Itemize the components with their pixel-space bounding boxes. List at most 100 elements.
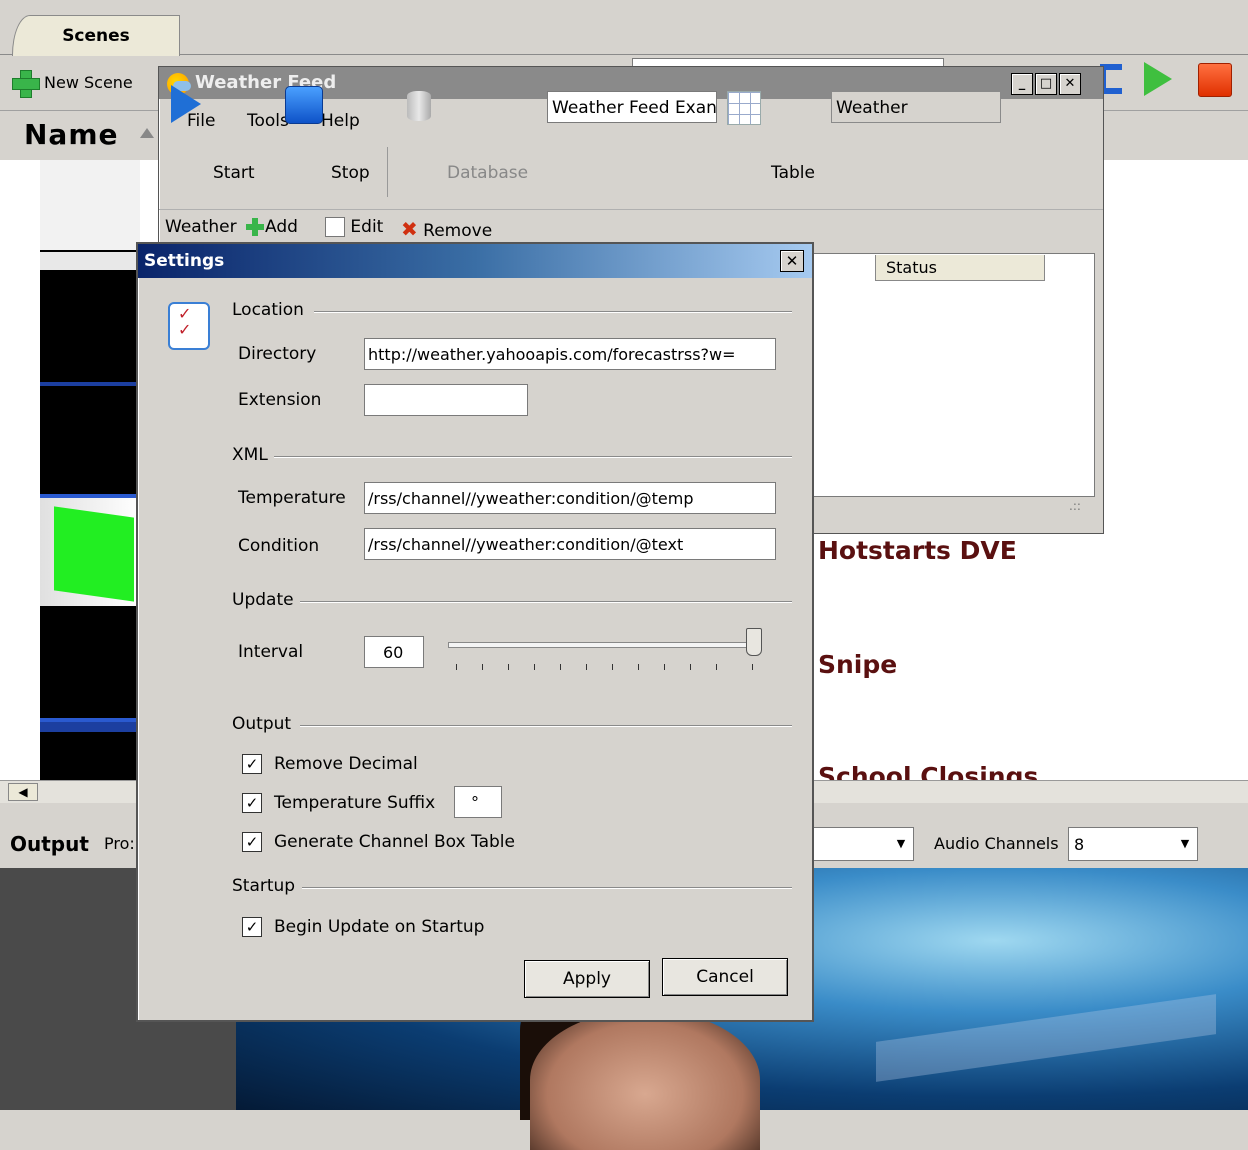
condition-label: Condition bbox=[238, 536, 320, 556]
status-column-header[interactable]: Status bbox=[875, 255, 1045, 281]
begin-update-label: Begin Update on Startup bbox=[274, 917, 485, 937]
group-divider bbox=[300, 601, 792, 603]
interval-label: Interval bbox=[238, 642, 304, 662]
stop-square-icon[interactable] bbox=[285, 86, 323, 124]
edit-button[interactable]: Edit bbox=[325, 217, 383, 237]
scene-thumbnail[interactable] bbox=[40, 252, 140, 270]
slider-tick bbox=[560, 664, 561, 670]
slider-tick bbox=[690, 664, 691, 670]
scroll-left-icon[interactable]: ◀ bbox=[8, 783, 38, 801]
xml-group-label: XML bbox=[232, 445, 268, 465]
tab-divider bbox=[0, 54, 1248, 55]
startup-group-label: Startup bbox=[232, 876, 296, 896]
group-divider bbox=[300, 725, 792, 727]
scene-name-hotstarts[interactable]: Hotstarts DVE bbox=[818, 536, 1017, 565]
menu-tools[interactable]: Tools bbox=[247, 111, 289, 131]
temperature-suffix-label: Temperature Suffix bbox=[274, 793, 436, 813]
weather-feed-toolbar bbox=[159, 145, 1103, 203]
location-group-label: Location bbox=[232, 300, 304, 320]
scene-name-school-closings[interactable]: School Closings bbox=[818, 762, 1038, 782]
remove-label: Remove bbox=[423, 221, 493, 241]
audio-channels-value: 8 bbox=[1074, 835, 1085, 854]
temperature-suffix-checkbox[interactable]: ✓ bbox=[242, 793, 262, 813]
slider-tick bbox=[664, 664, 665, 670]
slider-tick bbox=[752, 664, 753, 670]
output-group-label: Output bbox=[232, 714, 292, 734]
start-button[interactable]: Start bbox=[213, 163, 255, 183]
close-icon[interactable]: ✕ bbox=[1059, 73, 1081, 95]
slider-tick bbox=[716, 664, 717, 670]
toolbar-separator bbox=[387, 147, 388, 197]
cancel-button[interactable]: Cancel bbox=[662, 958, 788, 996]
menu-help[interactable]: Help bbox=[321, 111, 360, 131]
scene-thumbnail[interactable] bbox=[40, 498, 140, 606]
group-divider bbox=[314, 311, 792, 313]
play-icon[interactable] bbox=[1144, 62, 1172, 96]
add-icon bbox=[245, 217, 265, 237]
begin-update-checkbox[interactable]: ✓ bbox=[242, 917, 262, 937]
condition-xpath-field[interactable]: /rss/channel//yweather:condition/@text bbox=[364, 528, 776, 560]
edit-label: Edit bbox=[350, 217, 384, 237]
weather-feed-list[interactable] bbox=[809, 253, 1095, 497]
maximize-icon[interactable]: □ bbox=[1035, 73, 1057, 95]
slider-tick bbox=[534, 664, 535, 670]
stop-icon[interactable] bbox=[1198, 63, 1232, 97]
scene-thumbnail[interactable] bbox=[40, 272, 140, 394]
remove-button[interactable]: ✖ Remove bbox=[401, 217, 492, 241]
chevron-down-icon[interactable]: ▼ bbox=[1176, 831, 1194, 857]
apply-button[interactable]: Apply bbox=[524, 960, 650, 998]
slider-tick bbox=[612, 664, 613, 670]
slider-tick bbox=[482, 664, 483, 670]
scene-name-snipe[interactable]: Snipe bbox=[818, 650, 897, 679]
start-icon[interactable] bbox=[171, 85, 201, 123]
interval-slider-thumb[interactable] bbox=[746, 628, 762, 656]
slider-tick bbox=[638, 664, 639, 670]
output-profile-label: Pro: bbox=[104, 834, 135, 853]
table-field[interactable]: Weather bbox=[831, 91, 1001, 123]
add-icon bbox=[10, 68, 40, 98]
minimize-icon[interactable]: _ bbox=[1011, 73, 1033, 95]
scene-thumbnail[interactable] bbox=[40, 160, 140, 250]
edit-icon bbox=[325, 217, 345, 237]
resize-grip-icon[interactable]: .:: bbox=[1069, 499, 1081, 513]
new-scene-button[interactable]: New Scene bbox=[10, 66, 133, 100]
weather-sub-label: Weather bbox=[165, 217, 237, 237]
tab-scenes[interactable]: Scenes bbox=[12, 15, 180, 56]
add-label: Add bbox=[265, 217, 298, 237]
sort-ascending-icon bbox=[140, 128, 154, 138]
suffix-field[interactable]: ° bbox=[454, 786, 502, 818]
interval-field[interactable]: 60 bbox=[364, 636, 424, 668]
add-button[interactable]: Add bbox=[245, 217, 298, 237]
database-field[interactable]: Weather Feed Exan bbox=[547, 91, 717, 123]
temperature-xpath-field[interactable]: /rss/channel//yweather:condition/@temp bbox=[364, 482, 776, 514]
slider-tick bbox=[508, 664, 509, 670]
remove-decimal-checkbox[interactable]: ✓ bbox=[242, 754, 262, 774]
scene-thumbnail[interactable] bbox=[40, 386, 140, 504]
extension-field[interactable] bbox=[364, 384, 528, 416]
weather-feed-subtoolbar bbox=[159, 209, 1103, 246]
channel-box-checkbox[interactable]: ✓ bbox=[242, 832, 262, 852]
app-top-bar bbox=[0, 0, 1248, 60]
output-label: Output bbox=[10, 832, 89, 856]
audio-channels-label: Audio Channels bbox=[934, 834, 1059, 853]
news-anchor-face bbox=[530, 1010, 760, 1150]
checklist-icon: ✓ ✓ bbox=[168, 302, 210, 350]
scene-thumbnails bbox=[40, 160, 140, 790]
directory-field[interactable]: http://weather.yahooapis.com/forecastrss… bbox=[364, 338, 776, 370]
close-icon[interactable]: ✕ bbox=[780, 250, 804, 272]
directory-label: Directory bbox=[238, 344, 317, 364]
green-screen-shape bbox=[54, 506, 134, 602]
scene-thumbnail[interactable] bbox=[40, 610, 140, 726]
remove-x-icon: ✖ bbox=[401, 217, 418, 241]
studio-desk-shape bbox=[876, 994, 1216, 1082]
settings-title: Settings bbox=[144, 251, 225, 271]
settings-titlebar[interactable] bbox=[138, 244, 812, 278]
name-column-header[interactable]: Name bbox=[24, 118, 119, 151]
stop-button[interactable]: Stop bbox=[331, 163, 370, 183]
table-label: Table bbox=[771, 163, 815, 183]
interval-slider-track[interactable] bbox=[448, 642, 760, 648]
channel-box-label: Generate Channel Box Table bbox=[274, 832, 515, 852]
extension-label: Extension bbox=[238, 390, 322, 410]
database-icon bbox=[407, 91, 431, 121]
chevron-down-icon[interactable]: ▼ bbox=[892, 831, 910, 857]
